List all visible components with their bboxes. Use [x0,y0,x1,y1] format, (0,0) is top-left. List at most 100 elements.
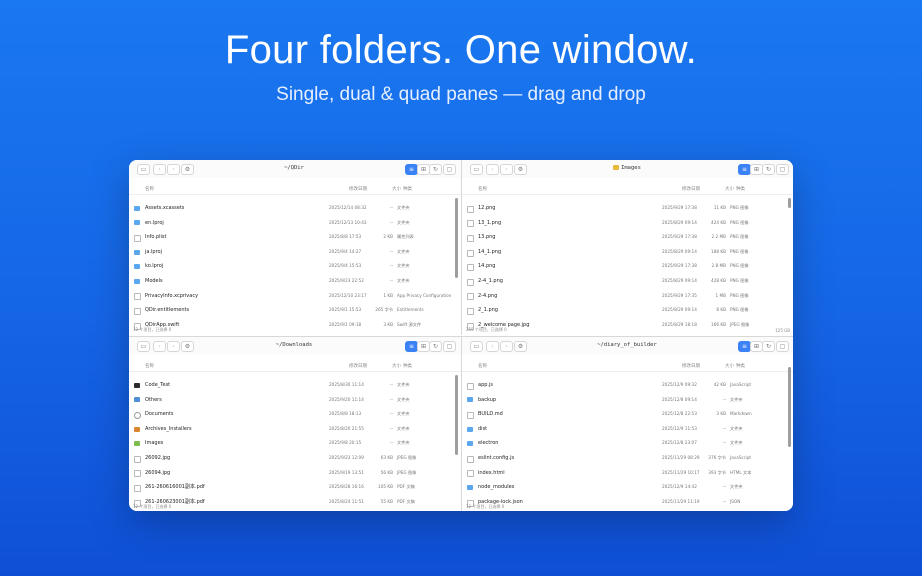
file-row[interactable]: Archives_Installers 2025/8/20 21:55 -- 文件夹 [129,422,461,437]
file-row[interactable]: ko.lproj 2025/9/4 15:53 -- 文件夹 [129,259,461,274]
file-kind: 文件夹 [397,248,410,254]
file-icon [467,411,474,419]
file-kind: 文件夹 [730,396,743,402]
file-size: 2.8 MB [711,263,726,269]
file-kind: PDF 文稿 [397,498,415,504]
file-row[interactable]: 2_1.png 2025/8/29 09:14 8 KB PNG 图像 [462,303,793,318]
pane-2[interactable]: ▭ ‹ › ⚙ ≡ ⊞ ↻ ▢ Images 名称 修改日期 大小 种类 12.png 2025/9/29 … [461,160,793,335]
file-row[interactable]: BUILD.md 2025/12/8 22:53 3 KB Markdown [462,407,793,422]
column-size[interactable]: 大小 [392,363,401,371]
gear-icon[interactable]: ⚙ [181,341,194,352]
column-date[interactable]: 修改日期 [349,186,367,194]
column-date[interactable]: 修改日期 [349,363,367,371]
file-row[interactable]: Documents 2025/8/8 18:13 -- 文件夹 [129,407,461,422]
file-row[interactable]: eslint.config.js 2025/11/29 08:29 376 字节 Ja… [462,451,793,466]
sidebar-icon[interactable]: ▭ [470,341,483,352]
file-row[interactable]: QDirApp.swift 2025/9/1 09:18 3 KB Swift 源文件 [129,318,461,333]
column-name[interactable]: 名称 [145,363,154,371]
file-row[interactable]: en.lproj 2025/12/13 10:43 -- 文件夹 [129,216,461,231]
file-row[interactable]: package-lock.json 2025/11/29 11:19 -- JSON [462,495,793,510]
chevron-right-icon[interactable]: › [167,164,180,175]
file-date: 2025/11/29 10:17 [662,469,700,475]
file-row[interactable]: PrivacyInfo.xcprivacy 2025/12/10 23:17 1 K… [129,289,461,304]
scrollbar[interactable] [788,367,791,447]
pane-4[interactable]: ▭ ‹ › ⚙ ≡ ⊞ ↻ ▢ ~/diary_of_builder 名称 修改日期 大小 种类 app.… [461,336,793,511]
sidebar-icon[interactable]: ▭ [137,341,150,352]
file-kind: PNG 图像 [730,248,749,254]
new-folder-icon[interactable]: ▢ [776,341,789,352]
chevron-right-icon[interactable]: › [500,341,513,352]
scrollbar[interactable] [455,198,458,278]
sidebar-icon[interactable]: ▭ [470,164,483,175]
file-row[interactable]: Others 2025/9/20 11:14 -- 文件夹 [129,393,461,408]
gear-icon[interactable]: ⚙ [514,341,527,352]
gear-icon[interactable]: ⚙ [181,164,194,175]
gear-icon[interactable]: ⚙ [514,164,527,175]
file-row[interactable]: node_modules 2025/12/9 14:42 -- 文件夹 [462,480,793,495]
file-row[interactable]: Images 2025/9/8 20:15 -- 文件夹 [129,436,461,451]
file-row[interactable]: Code_Test 2025/8/30 11:14 -- 文件夹 [129,378,461,393]
column-kind[interactable]: 种类 [736,363,745,371]
file-date: 2025/11/29 08:29 [662,454,700,460]
chevron-left-icon[interactable]: ‹ [153,341,166,352]
file-row[interactable]: 26092.jpg 2025/9/23 12:09 63 KB JPEG 图像 [129,451,461,466]
refresh-icon[interactable]: ↻ [762,341,775,352]
file-icon [134,293,141,301]
new-folder-icon[interactable]: ▢ [443,341,456,352]
chevron-left-icon[interactable]: ‹ [486,164,499,175]
file-row[interactable]: Info.plist 2025/8/8 17:53 2 KB 属性列表 [129,230,461,245]
chevron-left-icon[interactable]: ‹ [153,164,166,175]
pane-1[interactable]: ▭ ‹ › ⚙ ≡ ⊞ ↻ ▢ ~/QDir 名称 修改日期 大小 种类 Assets.xcassets 2… [129,160,461,335]
file-row[interactable]: index.html 2025/11/29 10:17 393 字节 HTML 文本 [462,466,793,481]
column-kind[interactable]: 种类 [403,186,412,194]
column-size[interactable]: 大小 [725,363,734,371]
chevron-right-icon[interactable]: › [500,164,513,175]
file-row[interactable]: Models 2025/9/23 22:52 -- 文件夹 [129,274,461,289]
column-name[interactable]: 名称 [478,186,487,194]
sidebar-icon[interactable]: ▭ [137,164,150,175]
file-date: 2025/12/13 10:43 [329,219,367,225]
file-row[interactable]: 13.png 2025/9/29 17:38 2.2 MB PNG 图像 [462,230,793,245]
file-kind: 文件夹 [397,440,410,446]
new-folder-icon[interactable]: ▢ [443,164,456,175]
column-kind[interactable]: 种类 [403,363,412,371]
file-name: 2_1.png [478,307,498,314]
column-date[interactable]: 修改日期 [682,363,700,371]
column-size[interactable]: 大小 [392,186,401,194]
column-date[interactable]: 修改日期 [682,186,700,194]
column-header: 名称 修改日期 大小 种类 [462,363,793,372]
column-kind[interactable]: 种类 [736,186,745,194]
file-row[interactable]: 14_1.png 2025/8/29 09:14 188 KB PNG 图像 [462,245,793,260]
refresh-icon[interactable]: ↻ [762,164,775,175]
file-row[interactable]: app.js 2025/12/9 09:32 42 KB JavaScript [462,378,793,393]
file-row[interactable]: Assets.xcassets 2025/12/14 08:32 -- 文件夹 [129,201,461,216]
file-row[interactable]: 2_welcome page.jpg 2025/8/29 18:18 166 KB J… [462,318,793,333]
refresh-icon[interactable]: ↻ [429,164,442,175]
file-row[interactable]: 14.png 2025/9/29 17:38 2.8 MB PNG 图像 [462,259,793,274]
column-name[interactable]: 名称 [145,186,154,194]
file-row[interactable]: backup 2025/12/8 09:14 -- 文件夹 [462,393,793,408]
file-row[interactable]: 13_1.png 2025/8/29 09:14 424 KB PNG 图像 [462,216,793,231]
file-row[interactable]: 261-260616001副本.pdf 2025/8/28 16:16 105 KB… [129,480,461,495]
chevron-right-icon[interactable]: › [167,341,180,352]
file-name: backup [478,396,497,403]
file-row[interactable]: dist 2025/12/9 11:53 -- 文件夹 [462,422,793,437]
file-row[interactable]: 2-4_1.png 2025/8/29 09:14 428 KB PNG 图像 [462,274,793,289]
scrollbar[interactable] [788,198,791,208]
file-row[interactable]: QDir.entitlements 2025/9/1 15:53 265 字节 Ent… [129,303,461,318]
column-name[interactable]: 名称 [478,363,487,371]
scrollbar[interactable] [455,375,458,455]
file-row[interactable]: 261-260623001副本.pdf 2025/8/24 11:51 55 KB P… [129,495,461,510]
file-row[interactable]: electron 2025/12/8 23:07 -- 文件夹 [462,436,793,451]
column-size[interactable]: 大小 [725,186,734,194]
pane-3[interactable]: ▭ ‹ › ⚙ ≡ ⊞ ↻ ▢ ~/Downloads 名称 修改日期 大小 种类 Code_Test 20… [129,336,461,511]
refresh-icon[interactable]: ↻ [429,341,442,352]
file-date: 2025/8/29 09:14 [662,277,697,283]
file-row[interactable]: 2-4.png 2025/9/29 17:35 1 MB PNG 图像 [462,289,793,304]
file-row[interactable]: ja.lproj 2025/9/4 14:27 -- 文件夹 [129,245,461,260]
file-row[interactable]: 26094.jpg 2025/9/19 13:51 56 KB JPEG 图像 [129,466,461,481]
file-row[interactable]: 12.png 2025/9/29 17:38 11 KB PNG 图像 [462,201,793,216]
file-date: 2025/12/14 08:32 [329,205,367,210]
chevron-left-icon[interactable]: ‹ [486,341,499,352]
new-folder-icon[interactable]: ▢ [776,164,789,175]
